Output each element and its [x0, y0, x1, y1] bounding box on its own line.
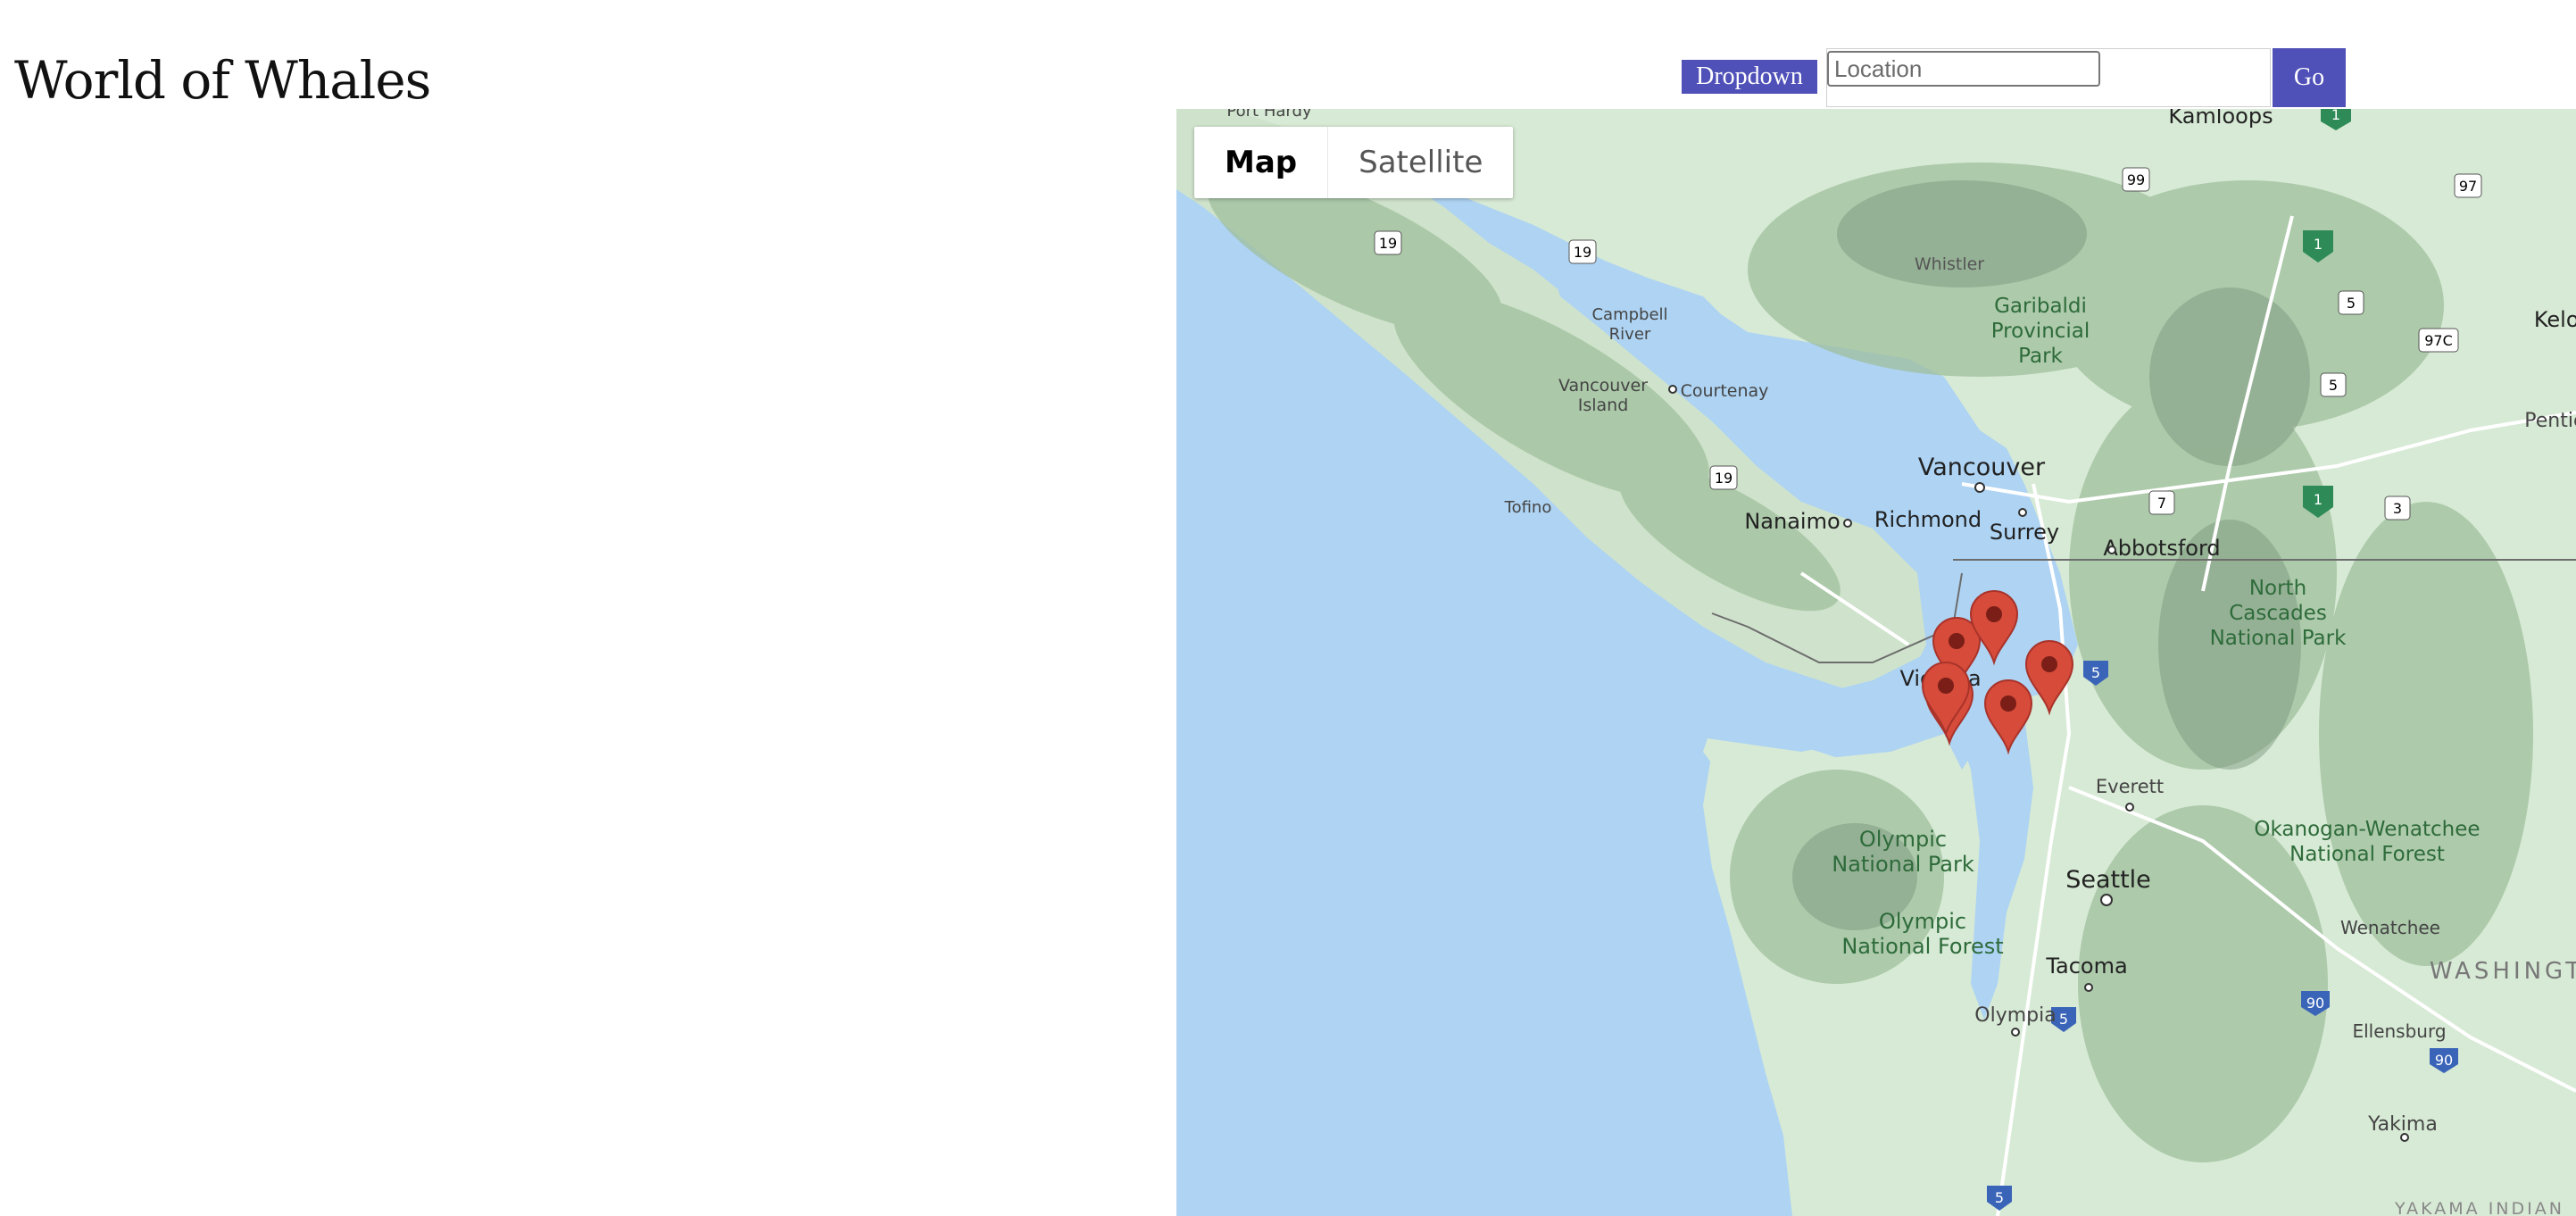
label-vancouver-island: Vancouver [1558, 376, 1648, 396]
route-19-shield: 19 [1709, 465, 1738, 490]
label-olympic-nf: Olympic [1879, 909, 1966, 934]
go-button[interactable]: Go [2273, 48, 2346, 107]
map-canvas[interactable]: 19 19 19 99 97 1 1 1 5 5 97C 7 3 5 5 5 9… [1176, 109, 2576, 1216]
svg-text:3: 3 [2393, 500, 2402, 517]
label-ellensburg: Ellensburg [2352, 1020, 2446, 1042]
label-okanogan: Okanogan-Wenatchee [2254, 818, 2480, 841]
route-19-shield: 19 [1568, 239, 1597, 264]
svg-text:1: 1 [2314, 236, 2323, 253]
label-garibaldi: Garibaldi [1994, 295, 2087, 318]
label-seattle: Seattle [2065, 866, 2151, 894]
label-olympic-np: Olympic [1859, 827, 1947, 852]
label-olympic-np: National Park [1832, 852, 1974, 877]
label-north-cascades: Cascades [2229, 602, 2327, 625]
route-97-shield: 97 [2454, 173, 2482, 198]
label-courtenay: Courtenay [1681, 381, 1769, 401]
label-surrey: Surrey [1990, 520, 2059, 545]
label-north-cascades: National Park [2210, 627, 2347, 650]
svg-text:97C: 97C [2424, 332, 2453, 349]
label-olympia: Olympia [1974, 1004, 2056, 1027]
svg-text:5: 5 [1995, 1189, 2004, 1206]
label-tofino: Tofino [1504, 498, 1552, 517]
route-7-shield: 7 [2148, 490, 2175, 515]
label-richmond: Richmond [1874, 507, 1982, 532]
label-yakima: Yakima [2367, 1113, 2438, 1136]
label-washington: WASHINGT [2430, 958, 2576, 985]
svg-text:5: 5 [2059, 1011, 2068, 1028]
dropdown-button[interactable]: Dropdown [1682, 60, 1817, 94]
svg-text:1: 1 [2314, 491, 2323, 508]
svg-text:7: 7 [2157, 495, 2166, 512]
label-tacoma: Tacoma [2045, 954, 2127, 979]
route-99-shield: 99 [2122, 167, 2150, 192]
svg-text:97: 97 [2459, 178, 2477, 195]
svg-text:99: 99 [2127, 171, 2145, 188]
svg-text:5: 5 [2347, 295, 2356, 312]
label-nanaimo: Nanaimo [1744, 509, 1840, 534]
map-view[interactable]: 19 19 19 99 97 1 1 1 5 5 97C 7 3 5 5 5 9… [1176, 109, 2576, 1216]
location-input[interactable] [1827, 51, 2100, 87]
map-type-map-button[interactable]: Map [1194, 127, 1327, 198]
svg-text:19: 19 [1715, 470, 1733, 487]
svg-text:90: 90 [2306, 995, 2324, 1012]
svg-text:19: 19 [1379, 235, 1397, 252]
label-everett: Everett [2096, 776, 2164, 797]
label-vancouver-island: Island [1578, 396, 1629, 415]
label-kelowna: Kelow [2534, 307, 2576, 332]
route-97c-shield: 97C [2418, 328, 2459, 353]
label-okanogan: National Forest [2289, 843, 2445, 866]
label-wenatchee: Wenatchee [2340, 917, 2440, 938]
location-search-box [1826, 48, 2271, 107]
label-port-hardy: Port Hardy [1226, 109, 1311, 121]
label-olympic-nf: National Forest [1841, 934, 2003, 959]
label-penticton: Pentict [2524, 410, 2576, 432]
route-19-shield: 19 [1374, 230, 1402, 255]
label-vancouver: Vancouver [1918, 454, 2046, 481]
page-title: World of Whales [14, 50, 431, 111]
map-type-control: Map Satellite [1194, 127, 1514, 198]
label-campbell-river: River [1609, 325, 1651, 344]
route-5-shield: 5 [2338, 290, 2364, 315]
svg-text:5: 5 [2091, 664, 2100, 681]
route-5-shield: 5 [2320, 372, 2347, 397]
svg-text:5: 5 [2329, 377, 2338, 394]
svg-text:1: 1 [2331, 109, 2340, 123]
route-3-shield: 3 [2384, 496, 2411, 521]
label-whistler: Whistler [1915, 254, 1984, 274]
label-campbell-river: Campbell [1591, 305, 1667, 324]
map-type-satellite-button[interactable]: Satellite [1328, 127, 1513, 198]
label-garibaldi: Provincial [1991, 320, 2090, 343]
label-abbotsford: Abbotsford [2103, 536, 2220, 561]
label-north-cascades: North [2249, 577, 2306, 600]
label-yakama: YAKAMA INDIAN [2394, 1199, 2564, 1216]
svg-text:90: 90 [2435, 1052, 2453, 1069]
svg-text:19: 19 [1574, 244, 1591, 261]
label-garibaldi: Park [2018, 345, 2063, 368]
label-kamloops: Kamloops [2168, 109, 2273, 129]
